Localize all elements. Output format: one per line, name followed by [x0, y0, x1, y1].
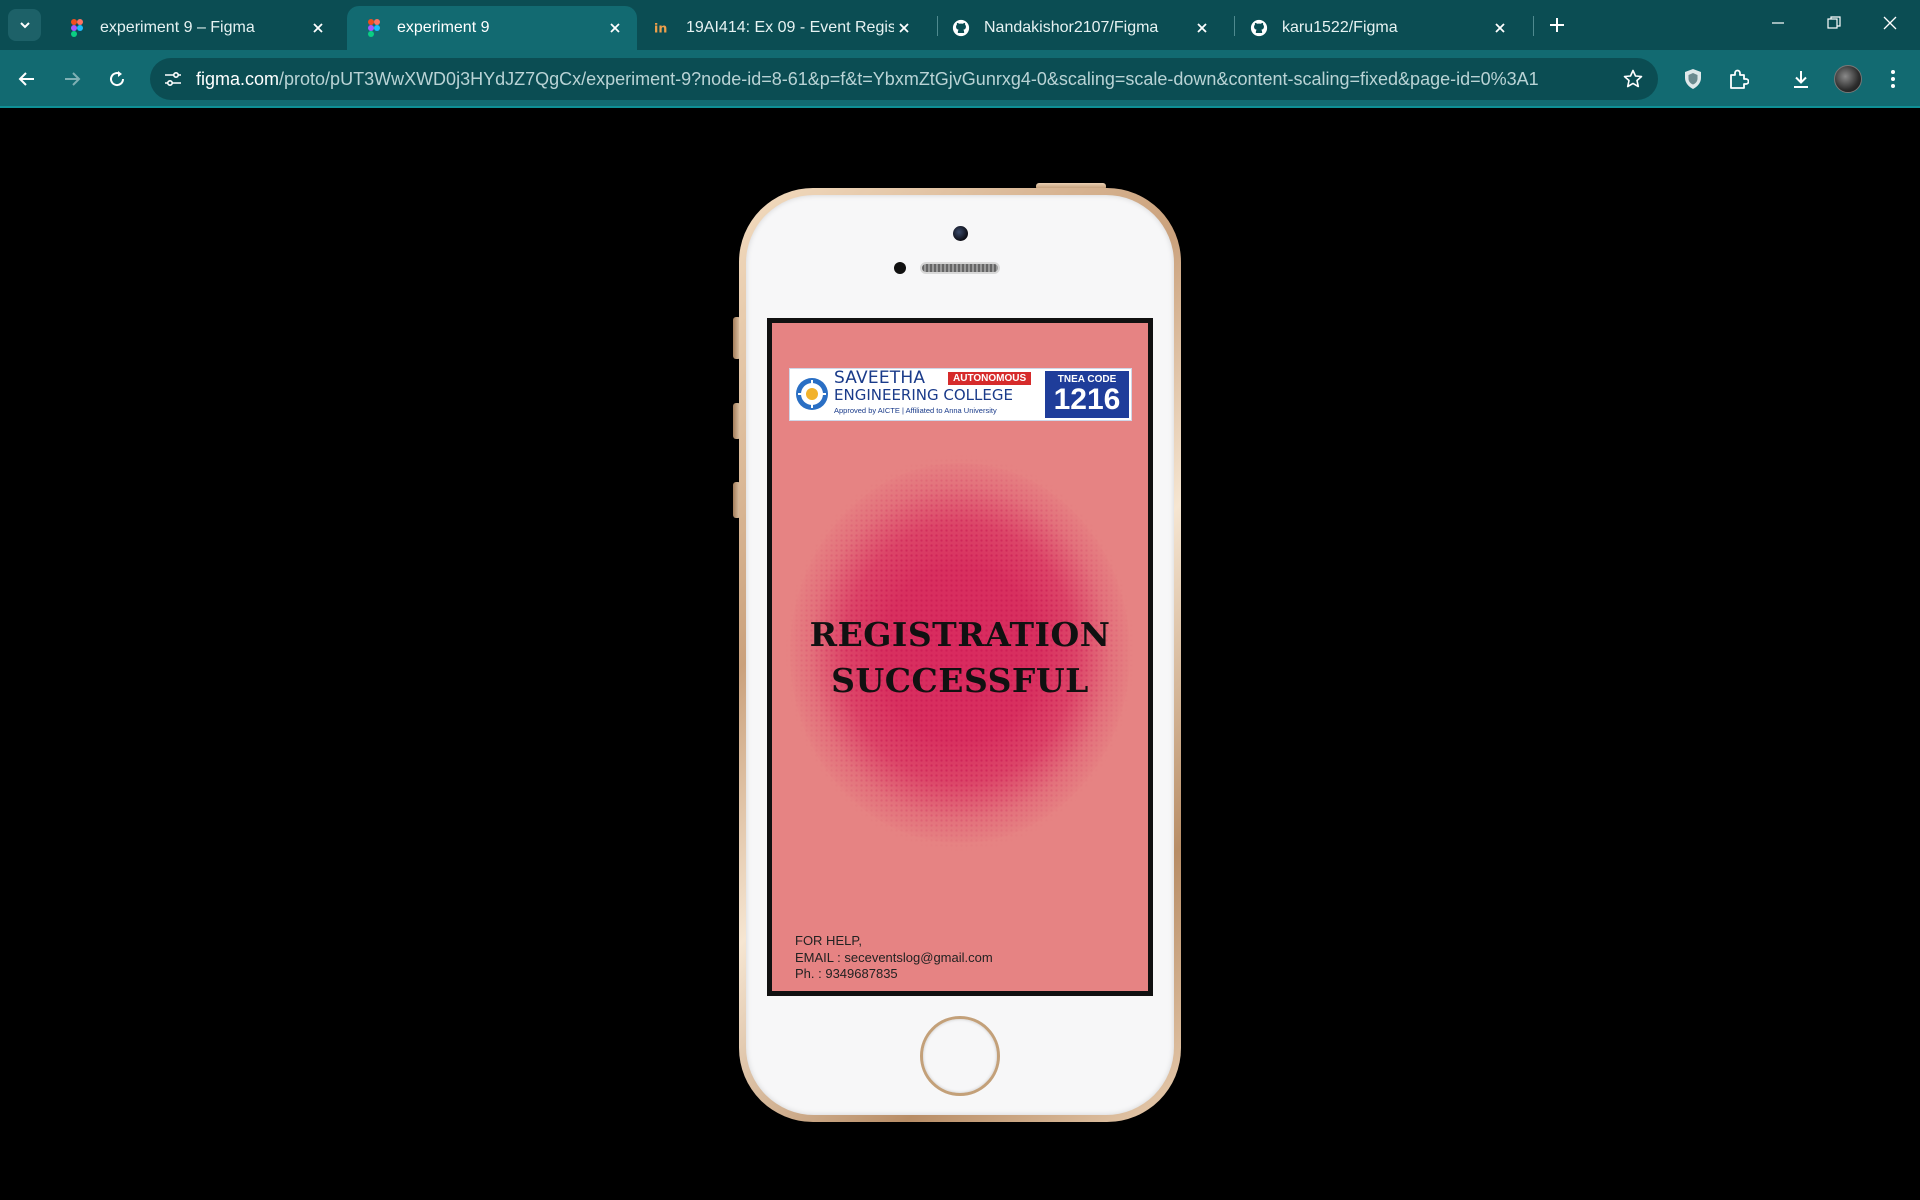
shield-extension-icon[interactable]: [1676, 62, 1710, 96]
restore-icon: [1827, 16, 1841, 29]
bookmark-star-icon[interactable]: [1622, 68, 1644, 90]
profile-avatar[interactable]: [1834, 65, 1862, 93]
svg-text:in: in: [654, 21, 667, 36]
tab-title: Nandakishor2107/Figma: [984, 19, 1159, 36]
plus-icon: [1550, 18, 1564, 32]
tab-event-registration[interactable]: in 19AI414: Ex 09 - Event Registrat: [636, 6, 926, 50]
college-accreditation: Approved by AICTE | Affiliated to Anna U…: [834, 406, 997, 415]
extensions-puzzle-icon[interactable]: [1721, 62, 1755, 96]
tab-experiment-9-figma[interactable]: experiment 9 – Figma: [50, 6, 340, 50]
forward-button[interactable]: [55, 62, 89, 96]
address-bar[interactable]: figma.com/proto/pUT3WwXWD0j3HYdJZ7QgCx/e…: [150, 58, 1658, 100]
reload-icon: [110, 71, 125, 87]
tab-strip: experiment 9 – Figma experiment 9 in 19A…: [0, 0, 1920, 50]
back-button[interactable]: [10, 62, 44, 96]
proximity-sensor: [894, 262, 906, 274]
download-icon[interactable]: [1784, 62, 1818, 96]
browser-toolbar: figma.com/proto/pUT3WwXWD0j3HYdJZ7QgCx/e…: [0, 50, 1920, 108]
tab-title: experiment 9 – Figma: [100, 19, 255, 36]
menu-kebab-icon[interactable]: [1876, 62, 1910, 96]
site-info-icon[interactable]: [152, 58, 194, 100]
close-window-button[interactable]: [1862, 0, 1918, 46]
help-heading: FOR HELP,: [795, 933, 862, 948]
college-emblem-icon: [796, 378, 828, 410]
close-icon[interactable]: [1490, 18, 1510, 38]
tab-experiment-9[interactable]: experiment 9: [347, 6, 637, 50]
figma-icon: [68, 19, 86, 37]
tab-separator: [1533, 16, 1534, 36]
college-name-line2: ENGINEERING COLLEGE: [834, 386, 1013, 404]
tnea-code-number: 1216: [1053, 383, 1121, 416]
minimize-button[interactable]: [1750, 0, 1806, 46]
chevron-down-icon: [19, 22, 30, 29]
close-icon[interactable]: [894, 18, 914, 38]
tab-title: experiment 9: [397, 19, 490, 36]
arrow-right-icon: [65, 72, 81, 86]
tab-nandakishor-figma[interactable]: Nandakishor2107/Figma: [934, 6, 1224, 50]
prototype-frame[interactable]: SAVEETHA AUTONOMOUS ENGINEERING COLLEGE …: [772, 323, 1148, 991]
college-logo-banner: SAVEETHA AUTONOMOUS ENGINEERING COLLEGE …: [789, 368, 1132, 421]
close-icon[interactable]: [1192, 18, 1212, 38]
tab-search-button[interactable]: [8, 9, 41, 41]
close-icon: [1883, 16, 1897, 30]
tab-title: karu1522/Figma: [1282, 19, 1398, 36]
tab-karu1522-figma[interactable]: karu1522/Figma: [1232, 6, 1522, 50]
github-icon: [1250, 19, 1268, 37]
url-host: figma.com: [196, 68, 280, 89]
invision-icon: in: [654, 19, 672, 37]
reload-button[interactable]: [100, 62, 134, 96]
close-icon[interactable]: [605, 18, 625, 38]
autonomous-badge: AUTONOMOUS: [948, 372, 1032, 385]
help-email: EMAIL : seceventslog@gmail.com: [795, 950, 993, 965]
phone-screen: SAVEETHA AUTONOMOUS ENGINEERING COLLEGE …: [767, 318, 1153, 996]
success-title-line1: REGISTRATION: [809, 615, 1111, 654]
college-name-line1: SAVEETHA: [834, 368, 926, 388]
url-text: figma.com/proto/pUT3WwXWD0j3HYdJZ7QgCx/e…: [196, 69, 1539, 90]
restore-button[interactable]: [1806, 0, 1862, 46]
arrow-left-icon: [18, 72, 34, 86]
tnea-code-box: TNEA CODE 1216: [1045, 371, 1129, 418]
url-path: /proto/pUT3WwXWD0j3HYdJZ7QgCx/experiment…: [279, 68, 1539, 89]
help-phone: Ph. : 9349687835: [795, 966, 898, 981]
front-camera: [953, 226, 968, 241]
close-icon[interactable]: [308, 18, 328, 38]
college-name-block: SAVEETHA AUTONOMOUS ENGINEERING COLLEGE …: [832, 369, 1045, 420]
tab-title: 19AI414: Ex 09 - Event Registrat: [686, 19, 894, 36]
figma-icon: [365, 19, 383, 37]
earpiece-speaker: [920, 262, 1000, 274]
success-title-line2: SUCCESSFUL: [831, 661, 1089, 700]
new-tab-button[interactable]: [1542, 10, 1572, 40]
home-button[interactable]: [920, 1016, 1000, 1096]
github-icon: [952, 19, 970, 37]
minimize-icon: [1772, 22, 1784, 24]
